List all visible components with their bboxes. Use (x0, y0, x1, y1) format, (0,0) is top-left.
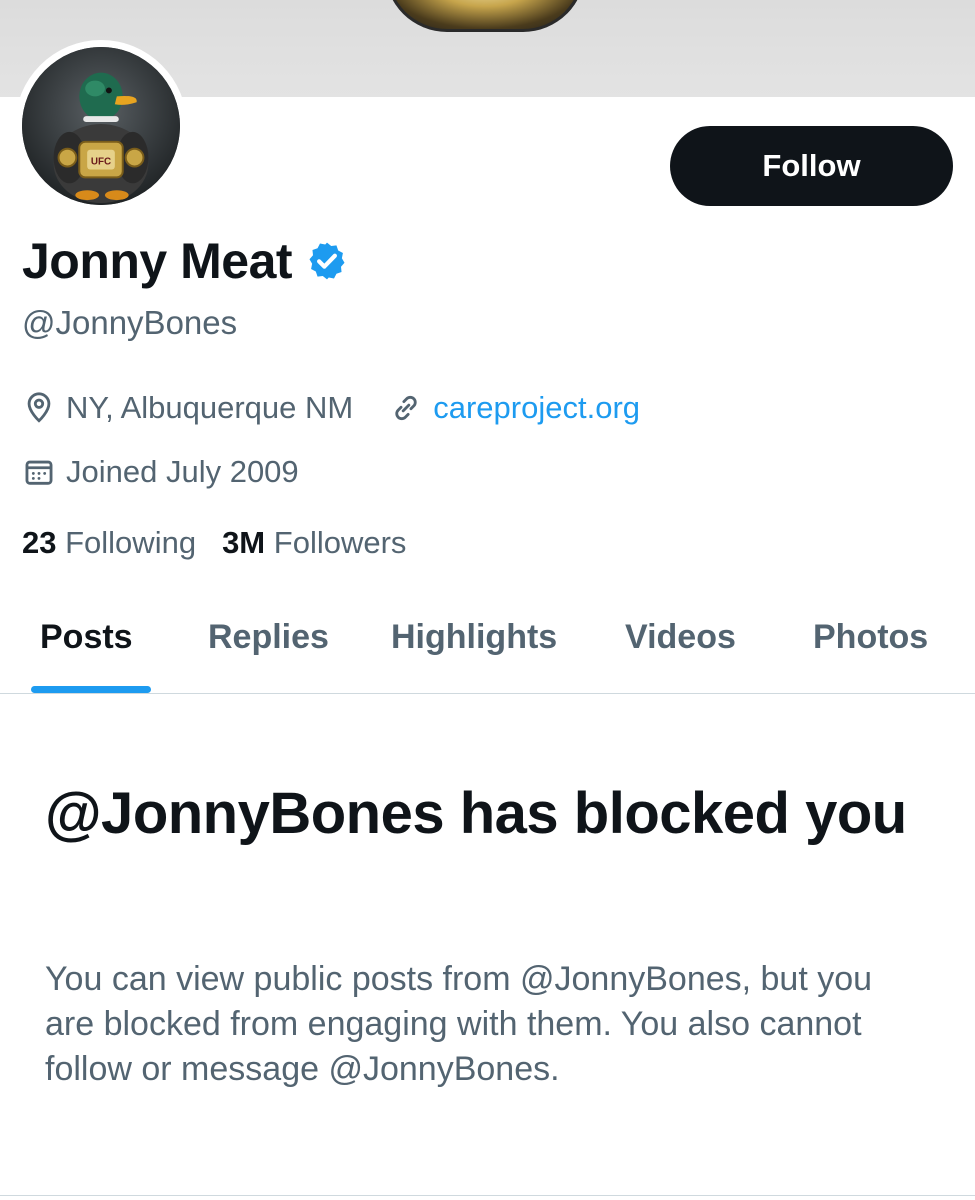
profile-website-link[interactable]: careproject.org (433, 390, 640, 426)
calendar-icon (25, 460, 53, 485)
tab-photos[interactable]: Photos (813, 618, 928, 657)
blocked-title: @JonnyBones has blocked you (45, 781, 907, 846)
verified-badge-icon[interactable] (306, 240, 348, 282)
following-count: 23 (22, 525, 57, 560)
duck-avatar-illustration: UFC (22, 47, 180, 205)
active-tab-indicator (31, 686, 151, 693)
profile-location: NY, Albuquerque NM (66, 390, 354, 425)
following-count-link[interactable]: 23 Following (22, 525, 196, 561)
banner-belt-image (385, 0, 585, 32)
name-row: Jonny Meat (22, 232, 348, 290)
follow-counts: 23 Following 3M Followers (22, 525, 432, 561)
tab-videos[interactable]: Videos (625, 618, 736, 657)
location-pin-icon (27, 392, 51, 423)
avatar-image: UFC (22, 47, 180, 205)
followers-count-link[interactable]: 3M Followers (222, 525, 406, 561)
tab-replies[interactable]: Replies (208, 618, 329, 657)
divider (0, 1195, 975, 1196)
followers-label: Followers (273, 525, 407, 560)
profile-meta-joined-row: Joined July 2009 (22, 454, 299, 490)
profile-avatar[interactable]: UFC (15, 40, 187, 212)
profile-handle: @JonnyBones (22, 304, 238, 341)
following-label: Following (65, 525, 197, 560)
tab-posts[interactable]: Posts (40, 618, 133, 657)
display-name: Jonny Meat (22, 233, 293, 289)
profile-tabs: Posts Replies Highlights Videos Photos (0, 600, 975, 694)
followers-count: 3M (222, 525, 266, 560)
profile-joined-date: Joined July 2009 (66, 454, 299, 489)
follow-button[interactable]: Follow (670, 126, 953, 206)
profile-meta-location-row: NY, Albuquerque NM careproject.org (22, 390, 640, 426)
blocked-description: You can view public posts from @JonnyBon… (45, 960, 873, 1088)
link-icon (395, 395, 417, 421)
tab-highlights[interactable]: Highlights (391, 618, 557, 657)
svg-text:UFC: UFC (91, 157, 111, 168)
